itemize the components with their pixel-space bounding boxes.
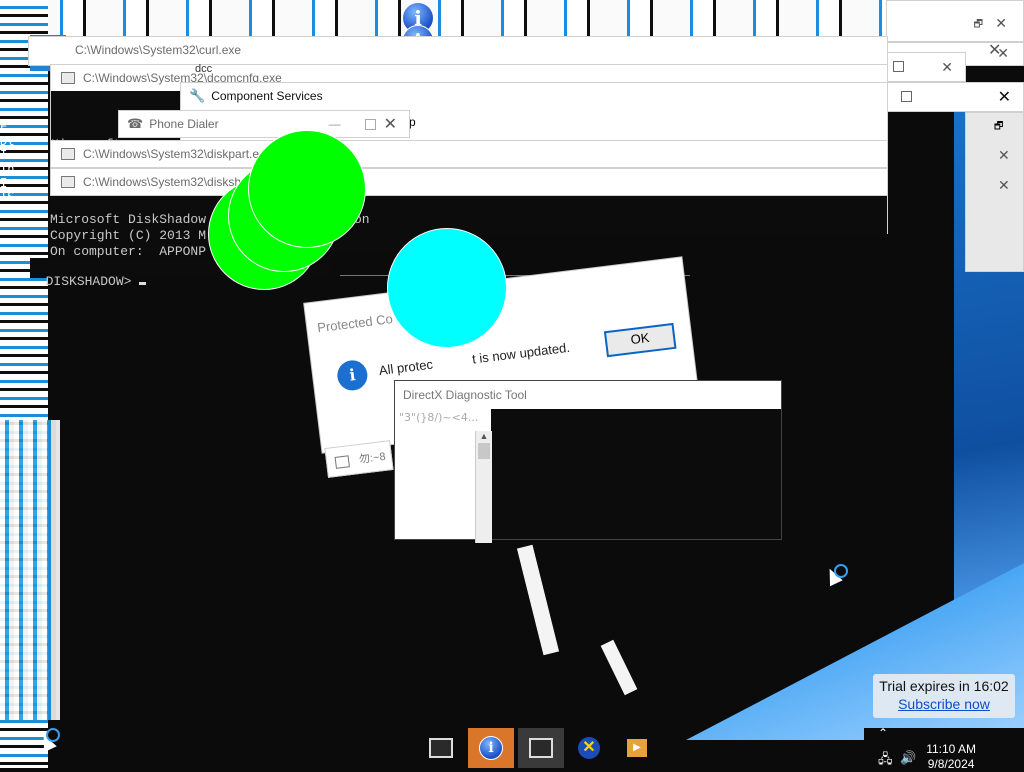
maximize-icon[interactable] <box>893 61 904 72</box>
command-prompt: DISKSHADOW> <box>45 274 140 289</box>
maximize-icon[interactable] <box>364 118 376 130</box>
media-player-icon: ▶ <box>627 739 647 757</box>
clock-date: 9/8/2024 <box>927 757 975 771</box>
console-window-icon <box>529 738 553 758</box>
maximize-icon[interactable] <box>901 91 912 102</box>
scroll-thumb[interactable] <box>478 443 490 459</box>
scrollbar[interactable]: ▲ <box>475 431 492 543</box>
info-icon: i <box>335 358 370 393</box>
phone-icon: ☎ <box>127 116 144 131</box>
console-icon <box>61 176 75 188</box>
console-icon <box>61 72 75 84</box>
taskbar-item-media-app[interactable]: ▶ <box>614 728 660 768</box>
diskshadow-titlebar[interactable]: C:\Windows\System32\disksh <box>51 169 887 195</box>
bg-window-top-right[interactable]: ✕ 🗗 <box>886 0 1024 42</box>
cyan-blob <box>387 228 507 348</box>
window-title: C:\Windows\System32\diskpart.e <box>83 147 260 161</box>
desktop-glitch-left-lower <box>0 420 60 720</box>
scroll-up-icon[interactable]: ▲ <box>476 431 492 441</box>
tile-text: 勿:~8 <box>358 450 387 466</box>
green-blob <box>248 130 366 248</box>
console-icon <box>334 455 350 469</box>
bg-window-right-3[interactable]: ✕ <box>886 52 966 82</box>
diskpart-titlebar[interactable]: C:\Windows\System32\diskpart.e <box>51 141 887 167</box>
glitch-side-text: E Dt I In I IS <box>0 120 15 204</box>
console-icon <box>61 148 75 160</box>
bg-window-right-4[interactable]: ✕ <box>886 82 1024 112</box>
window-title: DirectX Diagnostic Tool <box>403 388 527 402</box>
ok-button[interactable]: OK <box>603 322 677 358</box>
taskbar-item-x-app[interactable]: ✕ <box>566 728 612 768</box>
diskshadow-window[interactable]: C:\Windows\System32\disksh <box>50 168 888 196</box>
partial-text: dcc <box>195 63 213 75</box>
desktop-glitch-top <box>0 0 1024 40</box>
clock-time: 11:10 AM <box>926 742 976 756</box>
directx-diagnostic-window[interactable]: DirectX Diagnostic Tool "3"(}8/)~<4... ▲ <box>387 380 782 543</box>
glitch-streak <box>600 639 638 696</box>
small-console-tile[interactable]: 勿:~8 <box>324 440 394 478</box>
component-services-icon: 🔧 <box>189 88 206 103</box>
close-icon[interactable]: ✕ <box>941 59 953 76</box>
close-icon[interactable]: ✕ <box>384 114 397 134</box>
minimize-icon[interactable]: — <box>329 117 341 131</box>
glitch-pixel <box>387 393 393 399</box>
window-title: C:\Windows\System32\disksh <box>83 175 242 189</box>
close-icon[interactable]: ✕ <box>998 87 1011 107</box>
close-icon[interactable]: ✕ <box>995 15 1007 32</box>
close-icon[interactable]: ✕ <box>998 147 1010 164</box>
close-icon[interactable]: ✕ <box>988 40 1001 60</box>
curl-titlebar[interactable]: C:\Windows\System32\curl.exe <box>29 37 887 63</box>
text-cursor <box>139 282 147 285</box>
subscribe-link[interactable]: Subscribe now <box>873 696 1015 712</box>
directx-titlebar[interactable]: DirectX Diagnostic Tool <box>395 381 781 409</box>
trial-notice[interactable]: Trial expires in 16:02 Subscribe now <box>873 674 1015 718</box>
taskbar-item-console-window-2[interactable] <box>518 728 564 768</box>
close-icon[interactable]: ✕ <box>998 177 1010 194</box>
busy-spinner-icon <box>834 564 848 578</box>
bg-window-right-5[interactable]: 🗗 ✕ ✕ <box>965 112 1024 272</box>
phone-dialer-window[interactable]: ☎ Phone Dialer — ✕ <box>118 110 410 138</box>
window-title: Component Services <box>211 89 323 103</box>
glitch-streak <box>516 544 560 656</box>
dialog-title: Protected Co <box>316 311 394 336</box>
volume-icon[interactable]: 🔊 <box>900 750 916 766</box>
x-icon: ✕ <box>578 737 600 759</box>
system-tray: ⌃ 🖧 🔊 11:10 AM 9/8/2024 <box>864 726 1024 771</box>
garbled-text: "3"(}8/)~<4... <box>399 411 479 424</box>
info-icon: i <box>479 736 503 760</box>
taskbar-item-console-window[interactable] <box>418 728 464 768</box>
component-services-titlebar[interactable]: 🔧 Component Services <box>181 83 887 109</box>
dialog-message: All protec t is now updated. <box>378 339 571 379</box>
trial-text: Trial expires in 16:02 <box>879 678 1009 694</box>
window-title: C:\Windows\System32\curl.exe <box>75 43 242 57</box>
window-title: Phone Dialer <box>149 117 219 131</box>
console-window-icon <box>429 738 453 758</box>
phone-dialer-titlebar[interactable]: ☎ Phone Dialer — ✕ <box>119 111 409 137</box>
curl-window[interactable]: C:\Windows\System32\curl.exe <box>28 36 888 66</box>
chevron-up-icon[interactable]: ⌃ <box>878 726 888 740</box>
taskbar-item-info-app[interactable]: i <box>468 728 514 768</box>
diskpart-window[interactable]: C:\Windows\System32\diskpart.e <box>50 140 888 168</box>
network-icon[interactable]: 🖧 <box>878 750 893 772</box>
restore-icon[interactable]: 🗗 <box>974 17 983 34</box>
menu-fragment[interactable]: p <box>409 115 416 129</box>
restore-icon[interactable]: 🗗 <box>994 119 1003 136</box>
